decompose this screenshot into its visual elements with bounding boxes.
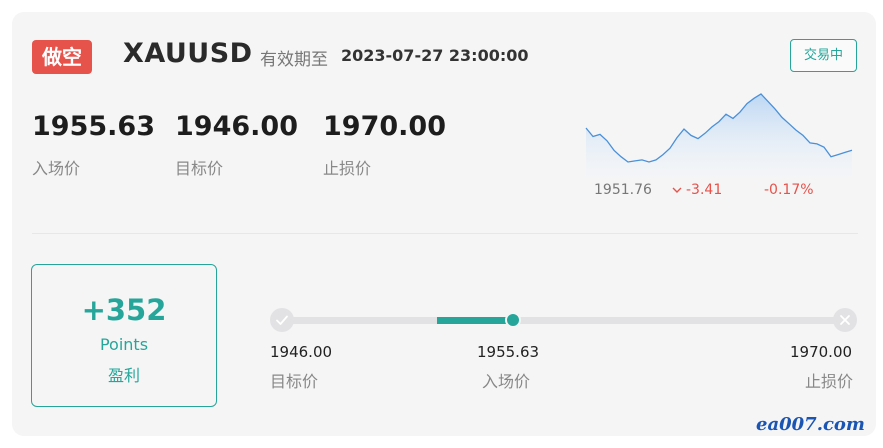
stop-price-label: 止损价	[323, 159, 372, 178]
valid-until-label: 有效期至	[260, 50, 328, 70]
direction-badge: 做空	[32, 40, 92, 74]
check-icon	[270, 308, 294, 332]
target-level-value: 1946.00	[270, 343, 333, 361]
pnl-unit: Points	[99, 335, 149, 354]
target-level-label: 目标价	[270, 372, 319, 391]
status-badge[interactable]: 交易中	[790, 39, 857, 72]
entry-price-value: 1955.63	[32, 111, 155, 142]
stop-price-value: 1970.00	[323, 111, 446, 142]
signal-card: 做空 XAUUSD 有效期至 2023-07-27 23:00:00 交易中 1…	[12, 12, 876, 436]
price-sparkline	[585, 93, 853, 178]
entry-marker	[504, 312, 521, 328]
watermark-text: ea007.com	[756, 414, 865, 435]
close-icon	[833, 308, 857, 332]
sparkline-area	[586, 94, 852, 178]
progress-fill	[436, 317, 513, 324]
progress-track	[282, 317, 845, 324]
stop-level-value: 1970.00	[790, 343, 853, 361]
symbol-title: XAUUSD	[123, 38, 253, 69]
down-chevron-icon	[672, 182, 682, 198]
entry-level-label: 入场价	[482, 372, 531, 391]
entry-level-value: 1955.63	[477, 343, 540, 361]
target-price-value: 1946.00	[175, 111, 298, 142]
price-change: -3.41	[672, 182, 722, 198]
pnl-value: +352	[81, 293, 167, 327]
target-price-label: 目标价	[175, 159, 224, 178]
stop-level-label: 止损价	[805, 372, 854, 391]
last-price: 1951.76	[594, 182, 652, 198]
price-change-percent: -0.17%	[764, 182, 814, 198]
section-divider	[32, 233, 858, 234]
price-change-value: -3.41	[686, 182, 723, 198]
pnl-box: +352 Points 盈利	[31, 264, 217, 407]
pnl-label: 盈利	[107, 366, 140, 385]
valid-until-time: 2023-07-27 23:00:00	[341, 46, 529, 65]
entry-price-label: 入场价	[32, 159, 81, 178]
